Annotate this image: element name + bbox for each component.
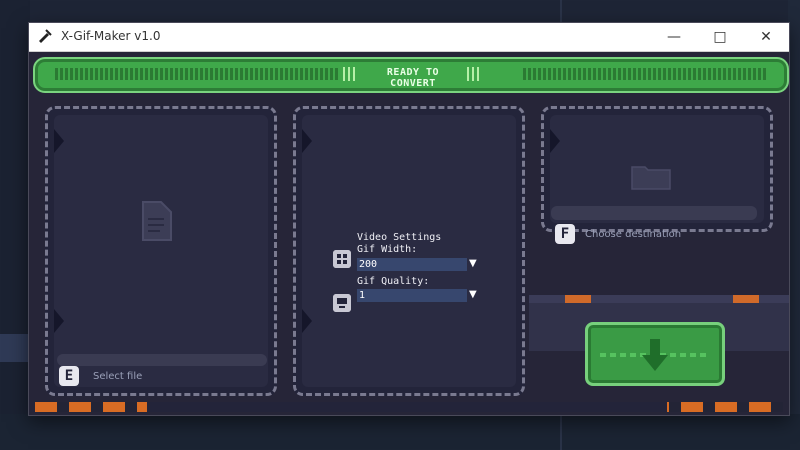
file-icon [142,201,172,241]
app-window: X-Gif-Maker v1.0 — □ ✕ READY TO CONVERT … [28,22,790,416]
status-ticks-left [343,67,357,81]
panel-corner [550,129,560,153]
video-settings-title: Video Settings [357,232,442,243]
app-icon [39,29,52,43]
shortcut-key-f-badge: F [555,224,575,244]
background-gutter [0,0,30,450]
conveyor-marker [565,295,591,303]
image-icon [333,294,351,312]
gif-quality-label: Gif Quality: [357,276,430,287]
status-ticks-right [467,67,481,81]
maximize-button[interactable]: □ [697,23,743,51]
download-arrow-icon [642,339,668,371]
folder-icon [631,166,671,190]
gif-width-chevron-down-icon[interactable]: ▼ [469,258,477,269]
background-bottom-pane [0,414,800,450]
status-text: READY TO CONVERT [386,67,440,89]
background-highlight [0,334,30,362]
panel-corner [54,309,64,333]
conveyor-marker [733,295,759,303]
input-path-bar [57,354,267,366]
gif-width-select[interactable]: 200 [357,258,467,271]
destination-path-bar [551,206,757,220]
app-content: READY TO CONVERT E Select file Video Set… [29,52,789,415]
panel-corner [302,309,312,333]
input-file-panel[interactable] [45,106,277,396]
gif-width-label: Gif Width: [357,244,418,255]
panel-corner [302,129,312,153]
shortcut-key-e-badge: E [59,366,79,386]
close-button[interactable]: ✕ [743,23,789,51]
title-bar[interactable]: X-Gif-Maker v1.0 — □ ✕ [29,23,789,52]
input-panel-inner [54,115,268,387]
minimize-button[interactable]: — [651,23,697,51]
convert-button[interactable] [585,322,725,386]
status-stripes-left [55,68,339,80]
gif-quality-chevron-down-icon[interactable]: ▼ [469,289,477,300]
choose-destination-label[interactable]: Choose destination [585,229,681,240]
hazard-stripe-gap [147,402,667,412]
status-stripes-right [523,68,767,80]
window-title: X-Gif-Maker v1.0 [61,29,161,43]
panel-corner [54,129,64,153]
status-bar: READY TO CONVERT [33,57,789,93]
grid-icon [333,250,351,268]
gif-quality-select[interactable]: 1 [357,289,467,302]
select-file-label[interactable]: Select file [93,371,142,382]
